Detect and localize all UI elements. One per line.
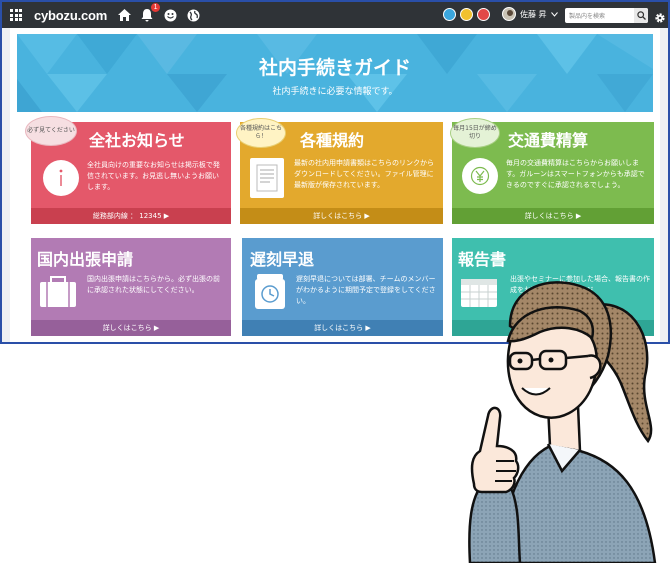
app-yellow-icon[interactable] [460,8,473,21]
logo[interactable]: cybozu.com [34,8,107,23]
hero-title: 社内手続きガイド [258,57,411,79]
app-grid-icon[interactable] [10,9,22,21]
card-title: 交通費精算 [508,131,589,150]
top-bar: cybozu.com 1 佐藤 昇 製品内を検索 [2,2,668,28]
user-name: 佐藤 昇 [520,9,547,19]
document-icon [250,158,284,198]
hero-subtitle: 社内手続きに必要な情報です。 [272,87,398,97]
card-footer-link[interactable]: 詳しくはこちら ▶ [240,208,443,224]
gear-icon[interactable] [654,9,666,28]
hero-banner: 社内手続きガイド 社内手続きに必要な情報です。 [17,34,653,112]
clock-icon [254,274,286,314]
suitcase-icon [39,276,77,312]
card-footer-link[interactable]: 詳しくはこちら ▶ [242,320,443,336]
card-title: 各種規約 [300,131,365,150]
globe-icon[interactable] [186,8,200,22]
card-title: 全社お知らせ [89,131,185,150]
card-description: 最新の社内用申請書類はこちらのリンクからダウンロードしてください。ファイル管理に… [294,159,434,189]
app-blue-icon[interactable] [443,8,456,21]
yen-coin-icon [462,158,498,194]
card-company-news[interactable]: 必ず見てください 全社お知らせ 全社員向けの重要なお知らせは掲示板で発信されてい… [25,116,231,224]
card-description: 毎月の交通費精算はこちらからお願いします。ガルーンはスマートフォンからも承認でき… [506,159,645,189]
search-icon[interactable] [634,8,648,23]
avatar [502,7,516,21]
info-icon [43,160,79,196]
smiley-icon[interactable] [163,8,177,22]
search-box[interactable]: 製品内を検索 [565,8,648,23]
card-title: 国内出張申請 [37,250,134,269]
notification-bell-icon[interactable]: 1 [140,3,161,22]
card-bubble: 必ず見てください [25,116,77,146]
card-late-early-leave[interactable]: 遅刻早退 遅刻早退については部署、チームのメンバーがわかるように期間予定で登録を… [242,238,443,336]
user-menu[interactable]: 佐藤 昇 [502,7,558,21]
mascot-illustration [468,281,657,563]
card-business-trip[interactable]: 国内出張申請 国内出張申請はこちらから。必ず出張の前に承認された状態にしてくださ… [31,238,231,336]
card-footer-link[interactable]: 詳しくはこちら ▶ [31,320,231,336]
card-footer-link[interactable]: 詳しくはこちら ▶ [452,208,654,224]
card-bubble: 毎月15日が締め切り [450,118,500,148]
search-input[interactable]: 製品内を検索 [569,11,634,20]
card-description: 全社員向けの重要なお知らせは掲示板で発信されています。お見逃し無いようお願いしま… [87,161,220,191]
card-description: 遅刻早退については部署、チームのメンバーがわかるように期間予定で登録をしてくださ… [296,275,436,305]
card-travel-expense[interactable]: 毎月15日が締め切り 交通費精算 毎月の交通費精算はこちらからお願いします。ガル… [450,118,654,224]
card-footer-link[interactable]: 総務部内線 ： 12345 ▶ [31,208,231,224]
notification-badge: 1 [151,3,161,12]
home-icon[interactable] [117,8,131,22]
chevron-down-icon [550,10,558,19]
card-title: 遅刻早退 [250,250,315,269]
card-bubble: 各種規約はこちら！ [236,118,286,148]
card-description: 国内出張申請はこちらから。必ず出張の前に承認された状態にしてください。 [87,275,220,294]
app-red-icon[interactable] [477,8,490,21]
card-regulations[interactable]: 各種規約はこちら！ 各種規約 最新の社内用申請書類はこちらのリンクからダウンロー… [236,118,443,224]
